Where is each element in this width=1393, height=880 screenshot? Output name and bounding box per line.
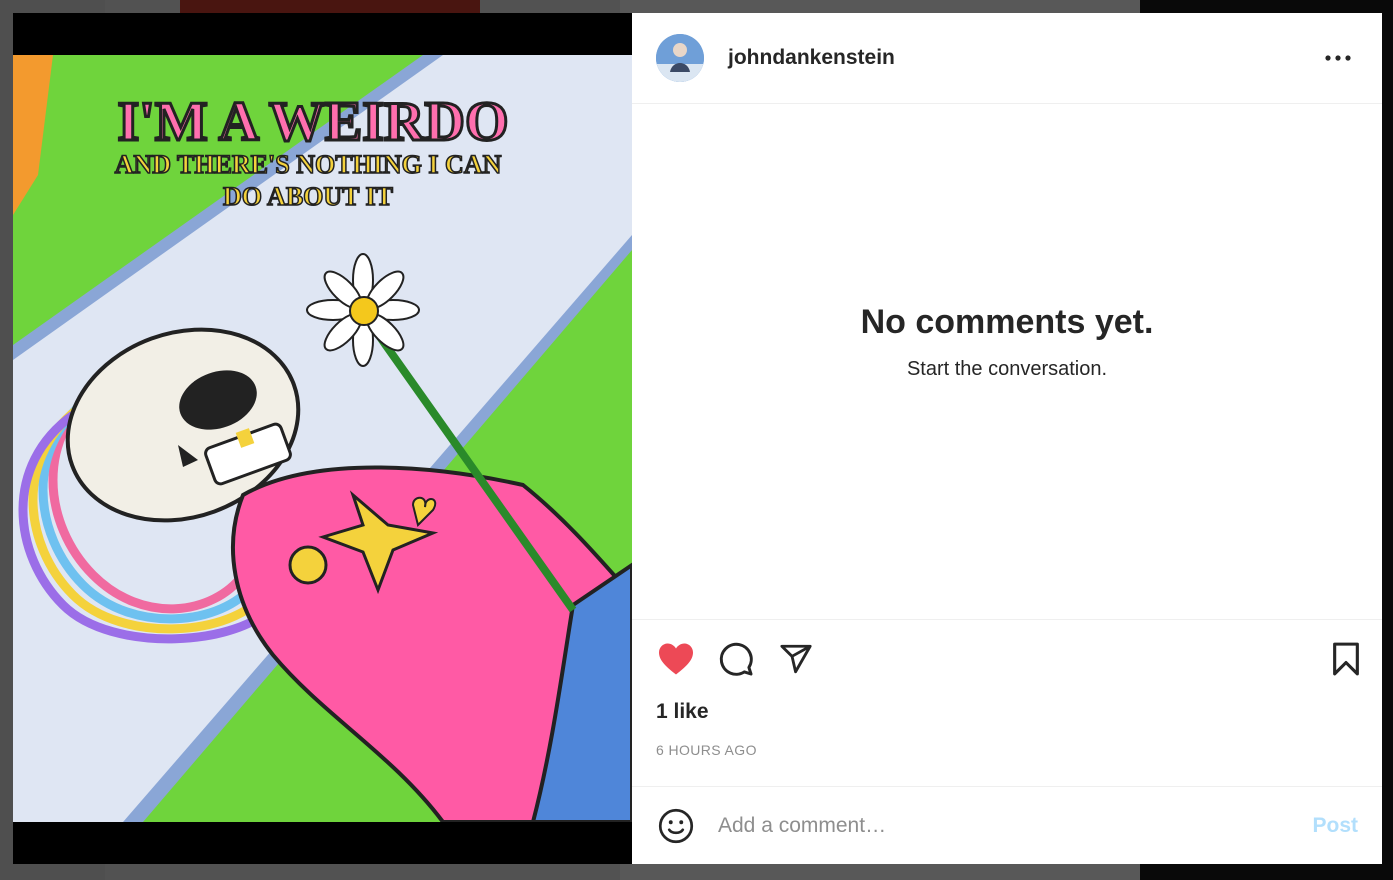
heart-filled-icon[interactable] [656,639,696,679]
no-comments-subtitle: Start the conversation. [906,357,1108,380]
comment-composer: Post [632,786,1382,864]
comments-area: No comments yet. Start the conversation. [632,104,1382,619]
post-image[interactable]: I'M A WEIRDO AND THERE'S NOTHING I CAN D… [13,55,632,822]
action-bar [656,620,1359,698]
more-options-icon[interactable] [1318,38,1358,78]
post-comment-button[interactable]: Post [1312,814,1358,838]
post-header: johndankenstein [632,13,1382,104]
comment-icon[interactable] [716,639,756,679]
post-modal: I'M A WEIRDO AND THERE'S NOTHING I CAN D… [13,13,1382,864]
image-subline-1: AND THERE'S NOTHING I CAN [115,150,502,179]
post-details-panel: johndankenstein No comments yet. Start t… [632,13,1382,864]
post-username[interactable]: johndankenstein [728,46,895,70]
post-image-illustration: I'M A WEIRDO AND THERE'S NOTHING I CAN D… [13,55,632,822]
post-actions-section: 1 like 6 HOURS AGO [632,619,1382,786]
image-headline: I'M A WEIRDO [117,91,508,153]
like-count[interactable]: 1 like [656,700,1358,724]
comment-input[interactable] [716,812,1313,839]
user-avatar[interactable] [656,34,704,82]
emoji-icon[interactable] [656,806,696,846]
bookmark-icon[interactable] [1326,639,1366,679]
image-subline-2: DO ABOUT IT [223,182,393,211]
post-timestamp[interactable]: 6 HOURS AGO [656,742,1358,758]
post-media: I'M A WEIRDO AND THERE'S NOTHING I CAN D… [13,13,632,864]
share-icon[interactable] [776,639,816,679]
no-comments-title: No comments yet. [860,302,1154,341]
